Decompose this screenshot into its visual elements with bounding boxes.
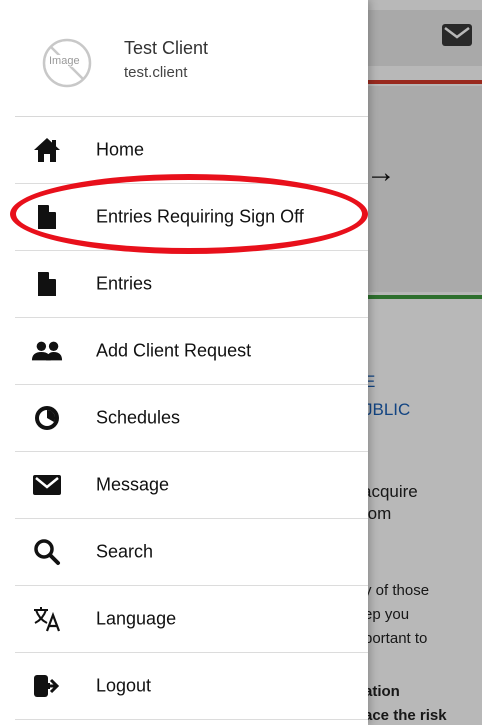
envelope-icon	[31, 469, 63, 501]
menu-item-label: Schedules	[96, 407, 181, 428]
menu-item-message[interactable]: Message	[15, 452, 368, 519]
menu-item-entries[interactable]: Entries	[15, 251, 368, 318]
menu-item-label: Home	[96, 139, 145, 160]
profile-username: test.client	[124, 64, 188, 81]
search-icon	[31, 536, 63, 568]
clock-icon	[31, 402, 63, 434]
menu-item-add-client-request[interactable]: Add Client Request	[15, 318, 368, 385]
avatar: Image	[42, 38, 92, 88]
menu-item-schedules[interactable]: Schedules	[15, 385, 368, 452]
profile-name: Test Client	[124, 38, 209, 58]
menu-item-label: Logout	[96, 675, 152, 696]
logout-icon	[31, 670, 63, 702]
users-icon	[31, 335, 63, 367]
menu-item-logout[interactable]: Logout	[15, 653, 368, 720]
menu-item-search[interactable]: Search	[15, 519, 368, 586]
menu-item-label: Message	[96, 474, 170, 495]
menu-item-label: Search	[96, 541, 154, 562]
menu-item-label: Add Client Request	[96, 340, 252, 361]
avatar-alt-text: Image	[48, 55, 81, 67]
translate-icon	[31, 603, 63, 635]
home-icon	[31, 134, 63, 166]
highlight-annotation-ring	[10, 174, 368, 254]
profile-header: Image Test Client test.client	[0, 0, 368, 116]
document-icon	[31, 268, 63, 300]
menu-item-label: Language	[96, 608, 177, 629]
menu-item-label: Entries	[96, 273, 153, 294]
navigation-drawer: Image Test Client test.client Home Entri…	[0, 0, 368, 725]
menu-item-language[interactable]: Language	[15, 586, 368, 653]
